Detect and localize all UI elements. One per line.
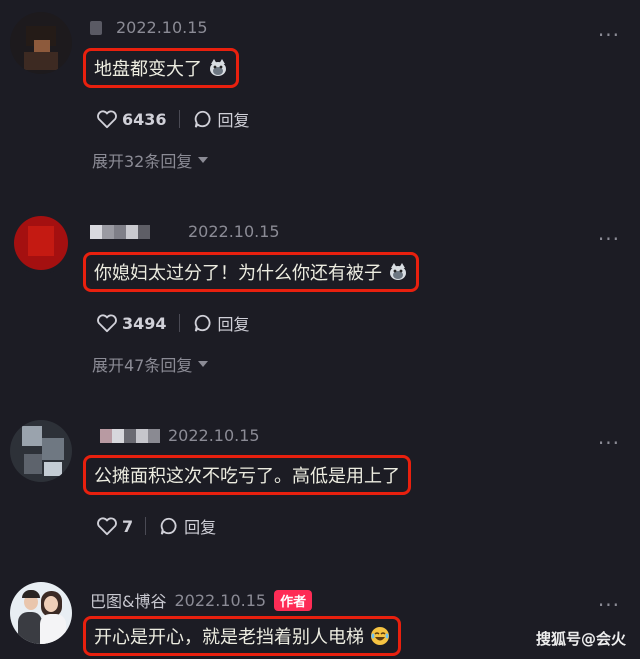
blurred-name[interactable] (100, 428, 160, 443)
comment-date: 2022.10.15 (188, 222, 280, 241)
blurred-name[interactable] (90, 224, 150, 239)
comment-text: 公摊面积这次不吃亏了。高低是用上了 (94, 466, 400, 487)
more-options-icon[interactable]: ··· (598, 229, 620, 249)
blurred-name[interactable] (90, 20, 102, 35)
cat-emoji-icon (390, 263, 406, 280)
heart-icon[interactable] (96, 109, 118, 129)
chevron-down-icon (198, 361, 209, 367)
expand-replies-label[interactable]: 展开32条回复 (92, 148, 192, 172)
reply-bubble-icon[interactable] (192, 109, 214, 129)
heart-icon[interactable] (96, 516, 118, 536)
reply-bubble-icon[interactable] (192, 313, 214, 333)
divider (178, 314, 180, 332)
like-count: 7 (122, 516, 134, 536)
avatar[interactable] (10, 12, 72, 74)
comment-text-highlight: 地盘都变大了 (83, 48, 239, 88)
comment-header: 2022.10.15 (90, 426, 260, 445)
avatar[interactable] (10, 420, 72, 482)
author-name[interactable]: 巴图&博谷 (90, 588, 166, 612)
cat-emoji-icon (210, 59, 226, 76)
expand-replies[interactable]: 展开47条回复 (92, 352, 209, 376)
reply-button[interactable]: 回复 (184, 514, 216, 538)
expand-replies[interactable]: 展开32条回复 (92, 148, 209, 172)
comment-text-highlight: 你媳妇太过分了！为什么你还有被子 (83, 252, 419, 292)
laughing-emoji-icon (371, 627, 389, 645)
expand-replies-label[interactable]: 展开47条回复 (92, 352, 192, 376)
like-count: 3494 (122, 313, 167, 333)
reply-bubble-icon[interactable] (158, 516, 180, 536)
comment-text: 你媳妇太过分了！为什么你还有被子 (94, 263, 382, 284)
comment-text-highlight: 公摊面积这次不吃亏了。高低是用上了 (83, 455, 411, 495)
comment-header: 巴图&博谷 2022.10.15 作者 (90, 588, 313, 612)
more-options-icon[interactable]: ··· (598, 595, 620, 615)
reply-button[interactable]: 回复 (218, 311, 250, 335)
comment-header: 2022.10.15 (90, 222, 280, 241)
divider (145, 517, 147, 535)
avatar[interactable] (10, 212, 72, 274)
comment-date: 2022.10.15 (116, 18, 208, 37)
comment-actions: 3494 回复 (96, 311, 250, 335)
more-options-icon[interactable]: ··· (598, 433, 620, 453)
comment-header: 2022.10.15 (90, 18, 208, 37)
comment-actions: 6436 回复 (96, 107, 250, 131)
divider (178, 110, 180, 128)
comment-actions: 7 回复 (96, 514, 216, 538)
comment-date: 2022.10.15 (174, 590, 267, 610)
watermark: 搜狐号@会火 (535, 630, 626, 648)
avatar[interactable] (10, 582, 72, 644)
comment-text: 地盘都变大了 (94, 59, 202, 80)
comment-text-highlight: 开心是开心，就是老挡着别人电梯 (83, 616, 401, 656)
comment-date: 2022.10.15 (168, 426, 260, 445)
like-count: 6436 (122, 109, 167, 129)
comment-text: 开心是开心，就是老挡着别人电梯 (94, 627, 364, 648)
more-options-icon[interactable]: ··· (598, 25, 620, 45)
author-badge: 作者 (274, 589, 313, 611)
chevron-down-icon (198, 157, 209, 163)
reply-button[interactable]: 回复 (218, 107, 250, 131)
heart-icon[interactable] (96, 313, 118, 333)
